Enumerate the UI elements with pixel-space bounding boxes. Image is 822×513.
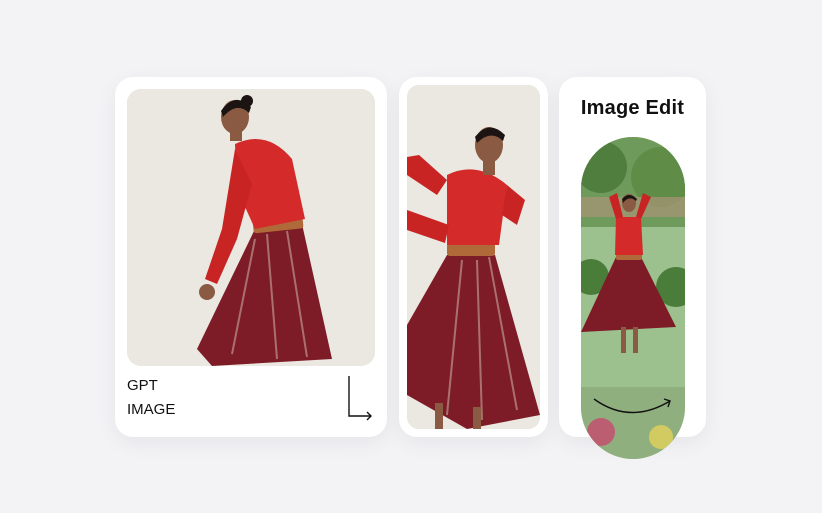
caption-line-1: GPT bbox=[127, 377, 158, 394]
corner-down-right-arrow-icon bbox=[345, 374, 375, 427]
curved-arrow-icon bbox=[592, 395, 674, 426]
generated-image-card[interactable] bbox=[399, 77, 548, 437]
model-caption: GPT IMAGE bbox=[127, 374, 175, 422]
caption-line-2: IMAGE bbox=[127, 401, 176, 418]
model-photo-pose bbox=[407, 85, 540, 429]
model-photo-original bbox=[127, 89, 375, 366]
original-image-card[interactable]: GPT IMAGE bbox=[115, 77, 387, 437]
card-title: Image Edit bbox=[580, 97, 685, 119]
image-edit-card[interactable]: Image Edit bbox=[559, 77, 706, 459]
